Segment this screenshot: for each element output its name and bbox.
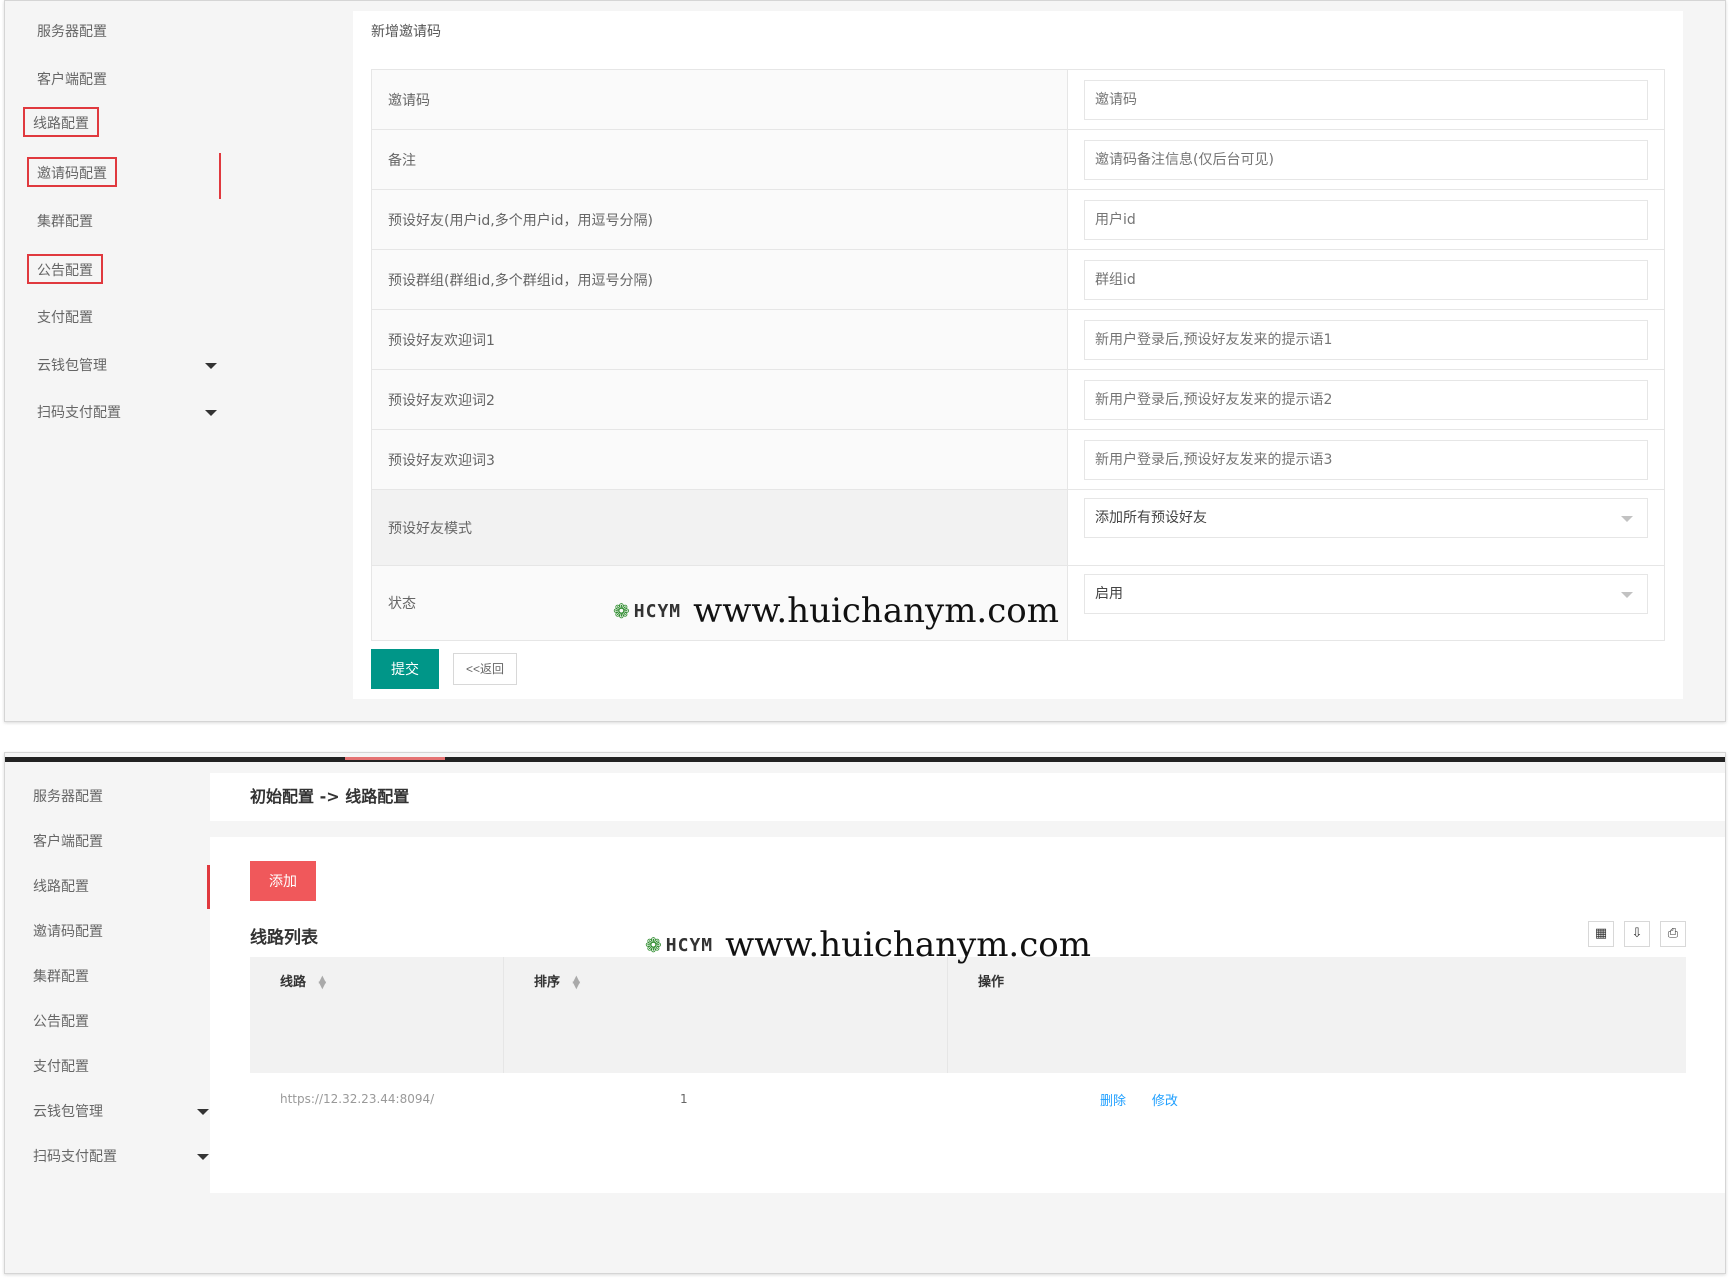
export-icon[interactable]: ⇩ bbox=[1624, 921, 1650, 947]
sidebar-item-client-config[interactable]: 客户端配置 bbox=[33, 830, 103, 854]
sidebar-item-scan-pay-config[interactable]: 扫码支付配置 bbox=[33, 1145, 223, 1169]
invite-code-input[interactable] bbox=[1084, 79, 1648, 120]
form-row-remark: 备注 bbox=[372, 130, 1664, 190]
sidebar-item-notice-config[interactable]: 公告配置 bbox=[33, 1010, 89, 1034]
field-label: 预设好友欢迎词3 bbox=[372, 430, 1068, 489]
invite-form: 邀请码 备注 预设好友(用户id,多个用户id，用逗号分隔) 预设群组(群组id… bbox=[371, 69, 1665, 641]
columns-filter-icon[interactable]: ▦ bbox=[1588, 921, 1614, 947]
form-row-welcome-2: 预设好友欢迎词2 bbox=[372, 370, 1664, 430]
column-label: 排序 bbox=[534, 975, 561, 990]
watermark-logo: HCYM bbox=[665, 934, 714, 956]
sidebar-item-invite-code-config[interactable]: 邀请码配置 bbox=[27, 157, 117, 187]
field-label: 预设好友欢迎词1 bbox=[372, 310, 1068, 369]
sidebar-item-payment-config[interactable]: 支付配置 bbox=[33, 1055, 89, 1079]
sidebar-item-label: 云钱包管理 bbox=[33, 1104, 103, 1120]
sidebar-item-notice-config[interactable]: 公告配置 bbox=[27, 254, 103, 284]
field-label: 预设群组(群组id,多个群组id，用逗号分隔) bbox=[372, 250, 1068, 309]
sidebar-item-line-config[interactable]: 线路配置 bbox=[33, 875, 89, 899]
select-value: 添加所有预设好友 bbox=[1095, 510, 1207, 526]
column-header-actions: 操作 bbox=[948, 957, 1686, 1073]
sidebar-item-cluster-config[interactable]: 集群配置 bbox=[33, 965, 89, 989]
preset-groups-input[interactable] bbox=[1084, 259, 1648, 300]
sidebar-item-cloud-wallet[interactable]: 云钱包管理 bbox=[33, 1100, 223, 1124]
column-header-line[interactable]: 线路 ▲ ▼ bbox=[250, 957, 504, 1073]
page-title: 新增邀请码 bbox=[371, 24, 441, 40]
chevron-down-icon bbox=[205, 410, 217, 416]
sidebar-item-server-config[interactable]: 服务器配置 bbox=[33, 785, 103, 809]
table-header: 线路 ▲ ▼ 排序 ▲ ▼ 操作 bbox=[250, 957, 1686, 1073]
submit-button[interactable]: 提交 bbox=[371, 649, 439, 689]
breadcrumb: 初始配置 -> 线路配置 bbox=[250, 787, 410, 806]
field-label: 备注 bbox=[372, 130, 1068, 189]
field-label: 预设好友模式 bbox=[372, 490, 1068, 565]
chevron-down-icon bbox=[1621, 592, 1633, 598]
line-table: 线路 ▲ ▼ 排序 ▲ ▼ 操作 https://12.32.23.44:8094/… bbox=[250, 957, 1686, 1125]
top-bar-accent bbox=[345, 757, 445, 760]
form-row-welcome-1: 预设好友欢迎词1 bbox=[372, 310, 1664, 370]
watermark-url: www.huichanym.com bbox=[725, 925, 1091, 965]
sidebar-item-cloud-wallet[interactable]: 云钱包管理 bbox=[33, 351, 233, 381]
remark-input[interactable] bbox=[1084, 139, 1648, 180]
field-label: 邀请码 bbox=[372, 70, 1068, 129]
sidebar: 服务器配置 客户端配置 线路配置 邀请码配置 集群配置 公告配置 支付配置 云钱… bbox=[5, 1, 335, 721]
page-header: 初始配置 -> 线路配置 bbox=[210, 773, 1725, 821]
delete-link[interactable]: 删除 bbox=[1100, 1094, 1126, 1109]
add-button[interactable]: 添加 bbox=[250, 861, 316, 901]
sidebar-item-client-config[interactable]: 客户端配置 bbox=[33, 65, 111, 95]
column-header-sort[interactable]: 排序 ▲ ▼ bbox=[504, 957, 948, 1073]
shovel-icon: ❁ bbox=[645, 933, 662, 957]
chevron-down-icon bbox=[1621, 516, 1633, 522]
chevron-down-icon bbox=[197, 1154, 209, 1160]
watermark-logo: HCYM bbox=[633, 600, 682, 622]
form-row-invite-code: 邀请码 bbox=[372, 70, 1664, 130]
sidebar-item-label: 扫码支付配置 bbox=[33, 1149, 117, 1165]
sidebar-item-label: 云钱包管理 bbox=[37, 358, 107, 374]
list-title: 线路列表 bbox=[250, 928, 318, 948]
chevron-down-icon bbox=[197, 1109, 209, 1115]
watermark-url: www.huichanym.com bbox=[693, 591, 1059, 631]
preset-friends-input[interactable] bbox=[1084, 199, 1648, 240]
cell-actions: 删除 修改 bbox=[948, 1090, 1686, 1109]
welcome-3-input[interactable] bbox=[1084, 439, 1648, 480]
form-row-preset-groups: 预设群组(群组id,多个群组id，用逗号分隔) bbox=[372, 250, 1664, 310]
sidebar-item-label: 扫码支付配置 bbox=[37, 405, 121, 421]
edit-link[interactable]: 修改 bbox=[1152, 1094, 1178, 1109]
print-icon[interactable]: ⎙ bbox=[1660, 921, 1686, 947]
welcome-1-input[interactable] bbox=[1084, 319, 1648, 360]
active-indicator bbox=[219, 153, 221, 199]
chevron-down-icon bbox=[205, 363, 217, 369]
cell-sort: 1 bbox=[680, 1092, 688, 1106]
back-button[interactable]: <<返回 bbox=[453, 653, 517, 685]
watermark: ❁ HCYM www.huichanym.com bbox=[613, 591, 1059, 631]
sidebar-item-line-config[interactable]: 线路配置 bbox=[23, 107, 99, 137]
sidebar-item-server-config[interactable]: 服务器配置 bbox=[33, 17, 111, 47]
welcome-2-input[interactable] bbox=[1084, 379, 1648, 420]
table-row: https://12.32.23.44:8094/ 1 删除 修改 bbox=[250, 1073, 1686, 1125]
form-row-preset-friends: 预设好友(用户id,多个用户id，用逗号分隔) bbox=[372, 190, 1664, 250]
watermark: ❁ HCYM www.huichanym.com bbox=[645, 925, 1091, 965]
select-value: 启用 bbox=[1095, 586, 1123, 602]
status-select[interactable]: 启用 bbox=[1084, 574, 1648, 614]
field-label: 预设好友欢迎词2 bbox=[372, 370, 1068, 429]
main-content: 添加 线路列表 ▦ ⇩ ⎙ 线路 ▲ ▼ 排序 ▲ ▼ 操作 https://12.… bbox=[210, 837, 1725, 1193]
form-row-friend-mode: 预设好友模式 添加所有预设好友 bbox=[372, 490, 1664, 566]
line-config-panel: 服务器配置 客户端配置 线路配置 邀请码配置 集群配置 公告配置 支付配置 云钱… bbox=[4, 752, 1726, 1274]
sort-icon[interactable]: ▲ ▼ bbox=[319, 974, 327, 990]
form-row-welcome-3: 预设好友欢迎词3 bbox=[372, 430, 1664, 490]
friend-mode-select[interactable]: 添加所有预设好友 bbox=[1084, 498, 1648, 538]
cell-line-url: https://12.32.23.44:8094/ bbox=[280, 1092, 435, 1106]
column-label: 线路 bbox=[280, 975, 307, 990]
sidebar-item-cluster-config[interactable]: 集群配置 bbox=[33, 207, 97, 237]
sort-icon[interactable]: ▲ ▼ bbox=[573, 974, 581, 990]
sidebar-item-invite-code-config[interactable]: 邀请码配置 bbox=[33, 920, 103, 944]
column-label: 操作 bbox=[978, 975, 1005, 990]
shovel-icon: ❁ bbox=[613, 599, 630, 623]
field-label: 预设好友(用户id,多个用户id，用逗号分隔) bbox=[372, 190, 1068, 249]
invite-code-form-panel: 服务器配置 客户端配置 线路配置 邀请码配置 集群配置 公告配置 支付配置 云钱… bbox=[4, 0, 1726, 722]
top-bar bbox=[5, 757, 1725, 762]
sidebar-item-payment-config[interactable]: 支付配置 bbox=[33, 303, 97, 333]
sidebar-item-scan-pay-config[interactable]: 扫码支付配置 bbox=[33, 398, 233, 428]
